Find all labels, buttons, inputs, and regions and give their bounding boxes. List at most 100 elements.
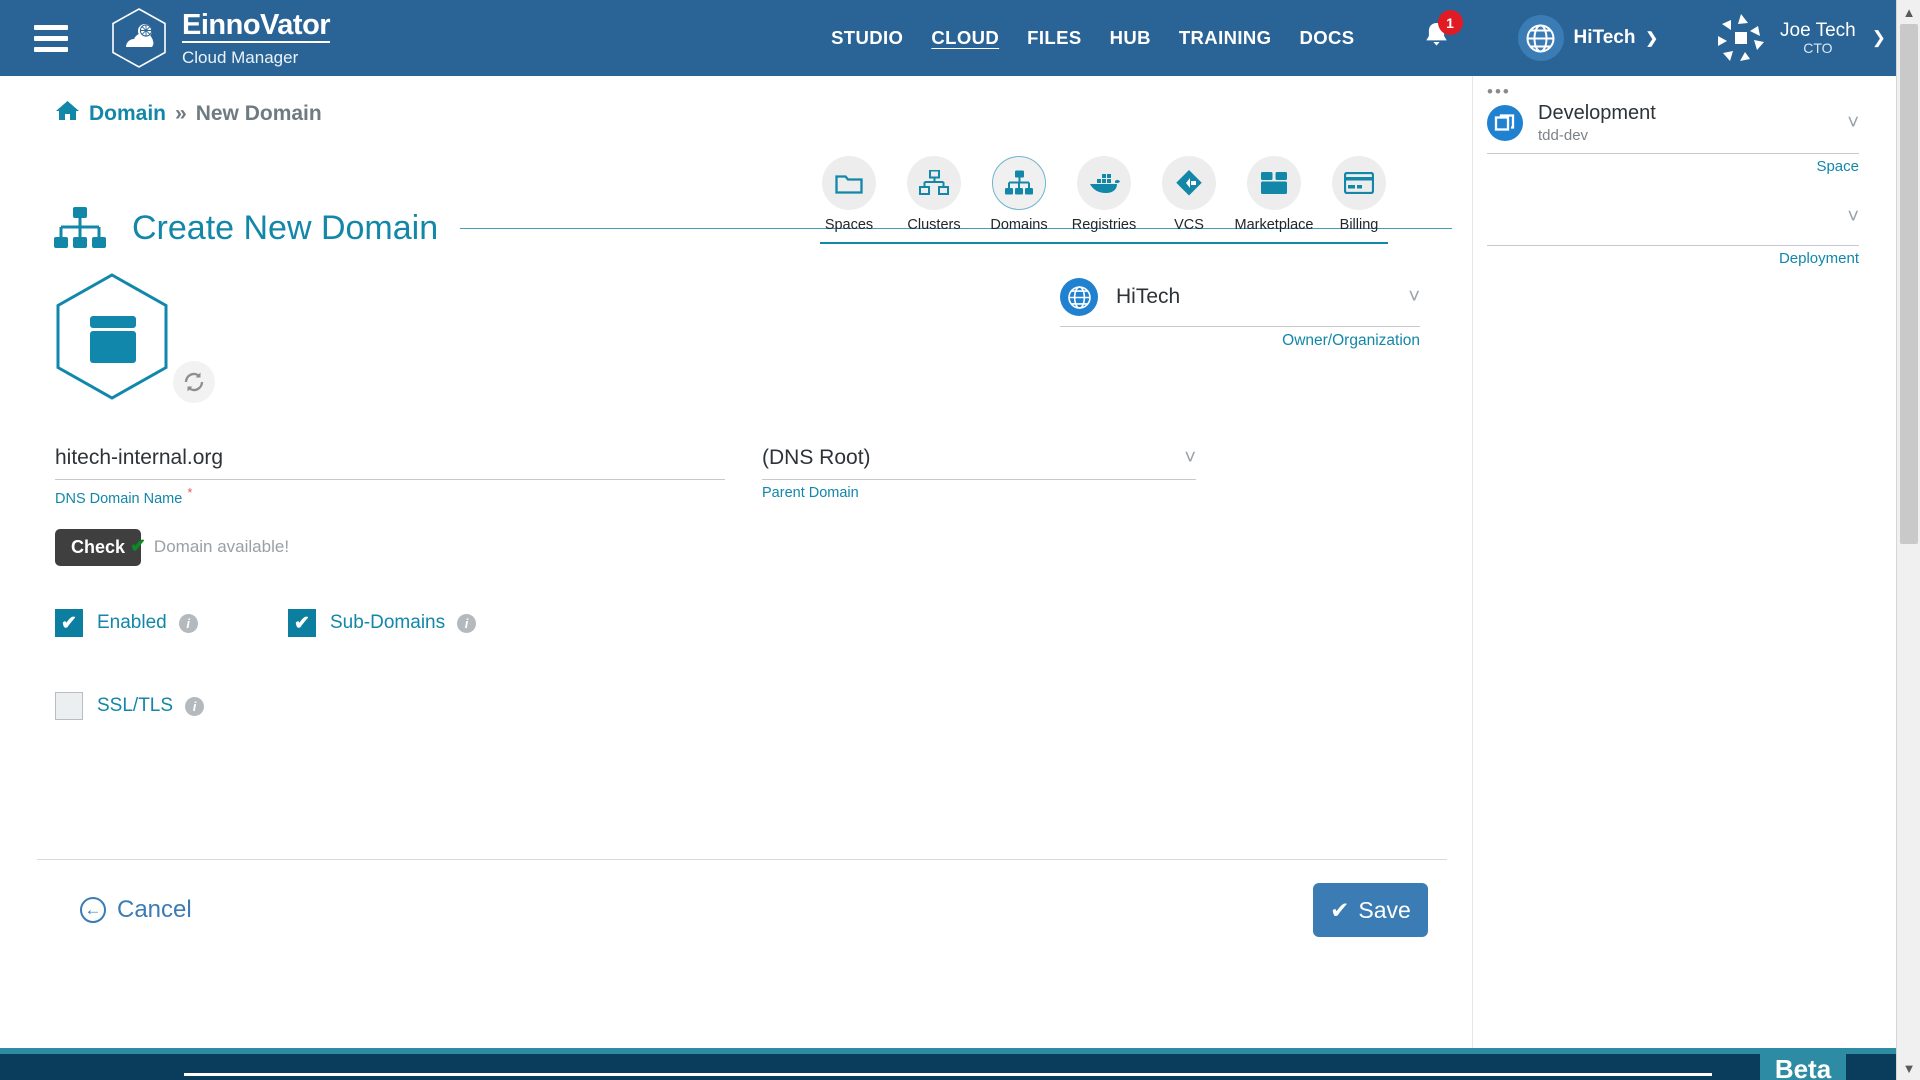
deployment-caption: Deployment <box>1778 250 1859 267</box>
main-navigation: STUDIO CLOUD FILES HUB TRAINING DOCS 1 H… <box>831 10 1896 65</box>
scroll-up-arrow-icon[interactable]: ▲ <box>1897 0 1920 24</box>
check-domain-button[interactable]: Check <box>55 529 142 566</box>
toolbar-item-billing[interactable]: Billing <box>1330 156 1388 233</box>
parent-domain-select[interactable]: (DNS Root) ˅ Parent Domain <box>762 446 1196 501</box>
toolbar-item-vcs[interactable]: VCS <box>1160 156 1218 233</box>
toolbar-label: Billing <box>1339 217 1379 233</box>
globe-icon <box>1517 15 1564 61</box>
folder-icon <box>822 156 876 210</box>
owner-organization-select[interactable]: HiTech ˅ Owner/Organization <box>1060 278 1420 350</box>
arrow-left-circle-icon: ← <box>80 897 106 923</box>
toolbar-item-spaces[interactable]: Spaces <box>820 156 878 233</box>
footer-divider <box>37 859 1447 860</box>
chevron-down-icon: ❯ <box>1645 30 1659 47</box>
breadcrumb-separator: » <box>175 101 187 125</box>
brand-title: EinnoVator <box>182 8 331 43</box>
deployment-selector[interactable]: ˅ Deployment <box>1487 198 1859 267</box>
toolbar-label: VCS <box>1174 217 1204 233</box>
save-button[interactable]: ✔ Save <box>1313 883 1428 937</box>
user-name-label: Joe Tech <box>1780 19 1856 41</box>
space-caption: Space <box>1816 158 1859 176</box>
checkbox-enabled[interactable]: ✔ Enabled i <box>55 609 198 637</box>
required-marker: * <box>187 485 193 500</box>
chevron-down-icon: ˅ <box>1408 285 1420 308</box>
taskbar-right-strip <box>1846 1054 1896 1080</box>
beta-badge[interactable]: Beta <box>1760 1054 1846 1080</box>
toolbar-item-domains[interactable]: Domains <box>990 156 1048 233</box>
notifications-button[interactable]: 1 <box>1423 10 1463 55</box>
toolbar-label: Clusters <box>907 217 961 233</box>
toolbar-item-marketplace[interactable]: Marketplace <box>1235 156 1314 233</box>
domain-tree-icon <box>992 156 1046 210</box>
nav-link-cloud[interactable]: CLOUD <box>931 27 999 49</box>
toolbar-item-registries[interactable]: Registries <box>1072 156 1136 233</box>
toolbar-divider <box>820 242 1388 244</box>
docker-whale-icon <box>1077 156 1131 210</box>
checkbox-sub-domains[interactable]: ✔ Sub-Domains i <box>288 609 477 637</box>
hamburger-menu-icon[interactable] <box>20 24 82 52</box>
breadcrumb-parent-link[interactable]: Domain <box>89 102 166 126</box>
save-label: Save <box>1358 896 1411 923</box>
domain-tree-icon <box>52 206 108 250</box>
dns-domain-name-label: DNS Domain Name * <box>55 485 725 507</box>
nav-link-training[interactable]: TRAINING <box>1179 27 1272 49</box>
vertical-scrollbar[interactable]: ▲ ▼ <box>1896 0 1920 1080</box>
panel-drag-handle[interactable]: ••• <box>1487 82 1511 102</box>
checkbox-box[interactable]: ✔ <box>288 609 316 637</box>
info-icon[interactable]: i <box>185 696 205 716</box>
chevron-down-icon: ˅ <box>1847 205 1859 228</box>
page-title: Create New Domain <box>132 208 439 247</box>
parent-domain-label: Parent Domain <box>762 485 859 501</box>
checkbox-box[interactable]: ✔ <box>55 609 83 637</box>
info-icon[interactable]: i <box>178 613 198 633</box>
breadcrumb: Domain » New Domain <box>55 100 322 127</box>
parent-domain-value: (DNS Root) <box>762 446 871 469</box>
context-side-panel: ••• Development tdd-dev ˅ Space ˅ Deploy… <box>1472 76 1872 1080</box>
availability-text: Domain available! <box>153 536 290 556</box>
org-switcher[interactable]: HiTech ❯ <box>1517 15 1659 61</box>
taskbar-window-strip[interactable] <box>0 1054 1760 1080</box>
toolbar-label: Domains <box>990 217 1048 233</box>
brand-subtitle: Cloud Manager <box>182 47 299 67</box>
info-icon[interactable]: i <box>457 613 477 633</box>
checkbox-box[interactable] <box>55 692 83 720</box>
globe-icon <box>1060 278 1098 316</box>
chevron-down-icon: ❯ <box>1871 28 1886 47</box>
breadcrumb-current: New Domain <box>195 101 322 125</box>
notification-count-badge: 1 <box>1437 10 1463 35</box>
dns-domain-name-input[interactable]: hitech-internal.org <box>55 446 725 479</box>
nav-link-files[interactable]: FILES <box>1027 27 1081 49</box>
space-icon <box>1487 105 1523 142</box>
nav-link-hub[interactable]: HUB <box>1110 27 1151 49</box>
avatar <box>1714 11 1769 65</box>
nav-link-docs[interactable]: DOCS <box>1299 27 1354 49</box>
domain-availability-message: ✔ Domain available! <box>130 535 289 558</box>
scroll-down-arrow-icon[interactable]: ▼ <box>1897 1056 1920 1080</box>
user-menu[interactable]: Joe Tech CTO ❯ <box>1714 11 1886 65</box>
scrollbar-thumb[interactable] <box>1900 24 1918 544</box>
cluster-icon <box>907 156 961 210</box>
vcs-diamond-icon <box>1162 156 1216 210</box>
check-mark-icon: ✔ <box>130 536 146 557</box>
refresh-avatar-button[interactable] <box>173 361 215 403</box>
space-slug: tdd-dev <box>1538 127 1589 144</box>
chevron-down-icon: ˅ <box>1847 111 1859 134</box>
org-name-label: HiTech <box>1573 27 1636 48</box>
home-icon[interactable] <box>55 100 80 127</box>
box-icon <box>1247 156 1301 210</box>
checkbox-label: Sub-Domains <box>330 612 446 633</box>
chevron-down-icon: ˅ <box>1184 446 1196 469</box>
field-underline <box>762 479 1196 480</box>
toolbar-item-clusters[interactable]: Clusters <box>905 156 963 233</box>
nav-link-studio[interactable]: STUDIO <box>831 27 903 49</box>
checkbox-ssl-tls[interactable]: SSL/TLS i <box>55 692 205 720</box>
credit-card-icon <box>1332 156 1386 210</box>
dns-domain-name-field[interactable]: hitech-internal.org DNS Domain Name * <box>55 446 725 507</box>
check-mark-icon: ✔ <box>1330 896 1350 923</box>
brand-logo[interactable]: EinnoVator Cloud Manager <box>110 7 331 69</box>
owner-value: HiTech <box>1116 285 1181 308</box>
cancel-button[interactable]: ← Cancel <box>80 896 192 924</box>
space-selector[interactable]: Development tdd-dev ˅ Space <box>1487 102 1859 175</box>
toolbar-label: Spaces <box>824 217 874 233</box>
user-role-label: CTO <box>1803 39 1833 56</box>
